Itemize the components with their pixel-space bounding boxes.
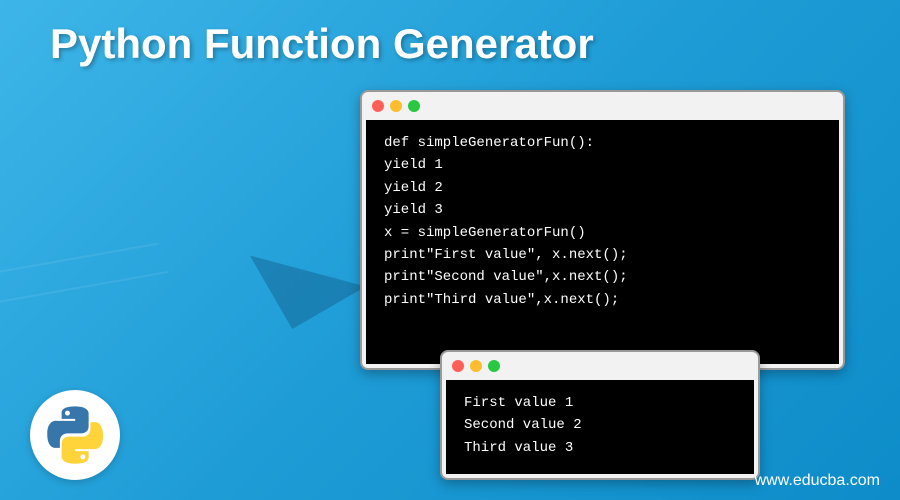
minimize-icon	[390, 100, 402, 112]
code-window: def simpleGeneratorFun(): yield 1 yield …	[360, 90, 845, 370]
close-icon	[372, 100, 384, 112]
code-content: def simpleGeneratorFun(): yield 1 yield …	[366, 120, 839, 364]
code-window-titlebar	[362, 92, 843, 120]
output-window-titlebar	[442, 352, 758, 380]
python-logo	[30, 390, 120, 480]
page-title: Python Function Generator	[50, 20, 594, 68]
watermark: www.educba.com	[755, 472, 880, 490]
minimize-icon	[470, 360, 482, 372]
python-logo-icon	[45, 405, 105, 465]
maximize-icon	[488, 360, 500, 372]
close-icon	[452, 360, 464, 372]
maximize-icon	[408, 100, 420, 112]
output-content: First value 1 Second value 2 Third value…	[446, 380, 754, 474]
output-window: First value 1 Second value 2 Third value…	[440, 350, 760, 480]
